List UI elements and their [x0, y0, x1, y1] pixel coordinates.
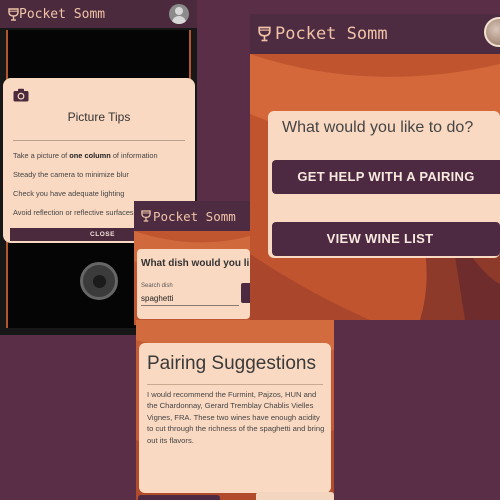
wine-glass-icon	[141, 210, 151, 222]
search-label: Search dish	[141, 283, 173, 289]
dish-search-input[interactable]	[141, 292, 239, 306]
dialog-title: Picture Tips	[67, 110, 131, 124]
search-submit-button[interactable]	[241, 283, 250, 303]
app-brand: Pocket Somm	[258, 24, 388, 44]
search-screen: Pocket Somm What dish would you like Sea…	[134, 201, 250, 325]
camera-icon	[13, 88, 29, 102]
wine-glass-icon	[8, 7, 19, 21]
bottom-secondary-button[interactable]	[256, 492, 334, 500]
pairing-suggestions-card: Pairing Suggestions I would recommend th…	[139, 343, 331, 493]
divider	[147, 384, 323, 385]
profile-avatar[interactable]	[484, 17, 500, 47]
app-title: Pocket Somm	[275, 24, 388, 44]
dish-search-card: What dish would you like Search dish	[137, 249, 250, 319]
app-brand: Pocket Somm	[141, 209, 236, 224]
wine-glass-icon	[258, 26, 271, 42]
search-question: What dish would you like	[141, 258, 250, 269]
view-wine-list-button[interactable]: VIEW WINE LIST	[272, 222, 500, 256]
pairing-title: Pairing Suggestions	[147, 353, 316, 374]
account-avatar[interactable]	[169, 4, 189, 24]
menu-screen: Pocket Somm What would you like to do? G…	[250, 14, 500, 320]
app-bar: Pocket Somm	[0, 0, 197, 28]
get-help-pairing-button[interactable]: GET HELP WITH A PAIRING	[272, 160, 500, 194]
pairing-text: I would recommend the Furmint, Pajzos, H…	[147, 390, 325, 445]
bottom-action-button[interactable]	[138, 495, 220, 500]
pairing-screen: Pairing Suggestions I would recommend th…	[136, 320, 334, 500]
app-title: Pocket Somm	[153, 208, 236, 224]
tip-item: Steady the camera to minimize blur	[13, 170, 129, 179]
app-brand: Pocket Somm	[8, 7, 105, 22]
shutter-icon	[93, 275, 106, 288]
shutter-button[interactable]	[80, 262, 118, 300]
divider	[13, 140, 185, 141]
app-bar: Pocket Somm	[134, 201, 250, 231]
tip-item: Take a picture of one column of informat…	[13, 151, 158, 160]
menu-question: What would you like to do?	[282, 119, 474, 136]
app-title: Pocket Somm	[19, 6, 106, 22]
app-bar: Pocket Somm	[250, 14, 500, 54]
